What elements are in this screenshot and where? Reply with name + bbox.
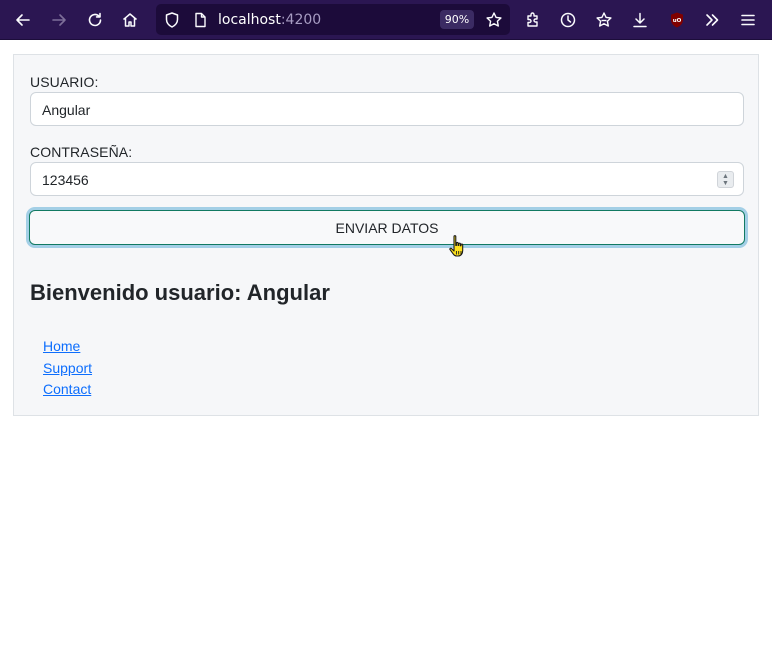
tracking-protection-shield-icon[interactable] <box>158 6 186 34</box>
history-clock-icon[interactable] <box>554 6 582 34</box>
forward-arrow-icon[interactable] <box>45 6 73 34</box>
welcome-heading: Bienvenido usuario: Angular <box>30 280 330 305</box>
spinner-down-icon[interactable]: ▼ <box>722 180 729 187</box>
reload-icon[interactable] <box>81 6 109 34</box>
home-icon[interactable] <box>116 6 144 34</box>
nav-links: Home Support Contact <box>43 338 92 403</box>
nav-item-support: Support <box>43 360 92 382</box>
ublock-origin-icon[interactable]: uO <box>663 6 691 34</box>
bookmark-star-icon[interactable] <box>480 6 508 34</box>
extensions-puzzle-icon[interactable] <box>519 6 547 34</box>
page-info-icon[interactable] <box>186 6 214 34</box>
url-bar[interactable]: localhost:4200 90% <box>156 4 510 35</box>
download-arrow-icon[interactable] <box>626 6 654 34</box>
user-label: USUARIO: <box>30 74 99 90</box>
url-port: :4200 <box>280 12 322 28</box>
user-input-value: Angular <box>42 102 91 118</box>
number-spinner[interactable]: ▲ ▼ <box>717 171 734 188</box>
svg-text:uO: uO <box>673 18 682 24</box>
password-input[interactable]: 123456 ▲ ▼ <box>30 162 744 196</box>
back-arrow-icon[interactable] <box>9 6 37 34</box>
overflow-chevrons-icon[interactable] <box>698 6 726 34</box>
password-input-value: 123456 <box>42 172 89 188</box>
hand-pointer-icon <box>449 235 464 257</box>
submit-button-label: ENVIAR DATOS <box>335 219 439 236</box>
url-host: localhost <box>218 12 281 28</box>
url-text: localhost:4200 <box>218 12 321 28</box>
browser-toolbar: localhost:4200 90% uO <box>0 0 772 40</box>
nav-item-home: Home <box>43 338 92 360</box>
support-link[interactable]: Support <box>43 360 92 376</box>
reading-list-star-icon[interactable] <box>590 6 618 34</box>
contact-link[interactable]: Contact <box>43 381 91 397</box>
home-link[interactable]: Home <box>43 338 80 354</box>
user-input[interactable]: Angular <box>30 92 744 126</box>
nav-item-contact: Contact <box>43 381 92 403</box>
login-card: USUARIO: Angular CONTRASEÑA: 123456 ▲ ▼ … <box>13 54 759 416</box>
hamburger-menu-icon[interactable] <box>734 6 762 34</box>
zoom-level-badge[interactable]: 90% <box>440 10 474 29</box>
submit-button[interactable]: ENVIAR DATOS <box>29 210 745 245</box>
password-label: CONTRASEÑA: <box>30 144 133 160</box>
spinner-up-icon[interactable]: ▲ <box>722 173 729 180</box>
